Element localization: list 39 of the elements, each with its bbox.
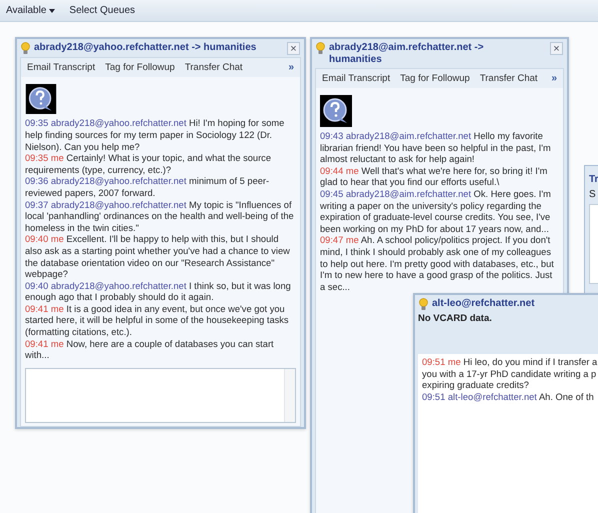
toolbar-button[interactable]: Transfer Chat	[480, 73, 538, 84]
chat-message: 09:43 abrady218@aim.refchatter.net Hello my favorite librarian friend! You have been so helpful in the past, I'm almost reluctant to ask for help again!	[320, 131, 552, 166]
chat-message: 09:35 me Certainly! What is your topic, and what the source requirements (type, currency, etc.)?	[25, 153, 272, 176]
window-title: Tr	[589, 174, 598, 185]
chat-message: 09:36 abrady218@yahoo.refchatter.net minimum of 5 peer-reviewed papers, 2007 forward.	[25, 176, 270, 200]
toolbar-button[interactable]: Email Transcript	[27, 62, 96, 73]
close-button[interactable]: ×	[287, 42, 300, 55]
caret-icon	[49, 8, 56, 12]
vcard-text: No VCARD data.	[417, 313, 493, 324]
avatar-icon	[25, 84, 57, 114]
toolbar-button[interactable]: Transfer Chat	[184, 62, 243, 73]
chat-message: 09:40 me Excellent. I'll be happy to help with this, but I should also ask as a starting point whether you've had a chance to view the database orientation video on our "Research Assistance" webpage?	[25, 234, 291, 281]
queues-menu[interactable]: Select Queues	[69, 5, 136, 16]
chat-message: 09:35 abrady218@yahoo.refchatter.net Hi! I'm hoping for some help finding sources for my term paper in Sociology 122 (Dr. Nielson). Can you help me?	[25, 118, 286, 154]
lightbulb-icon	[419, 298, 428, 311]
chat-message: 09:45 abrady218@aim.refchatter.net Ok. Here goes. I'm writing a paper on the university's policy regarding the expiration of graduate-level course credits. You see, I've been working on my PhD for about 17 years now, and...	[320, 188, 552, 236]
chat-message: 09:47 me Ah. A school policy/politics project. If you don't mind, I think I should probably ask one of my colleagues to help out here. I'm pretty good with databases, etc., but I'm to new here to have a good grasp of the politics. Just a sec...	[320, 235, 555, 294]
chat-message: 09:41 me Now, here are a couple of databases you can start with...	[25, 338, 275, 362]
message-input[interactable]	[25, 368, 296, 423]
window-title: abrady218@aim.refchatter.net -> humanities	[329, 42, 485, 66]
chat-message: 09:37 abrady218@yahoo.refchatter.net My topic is "Influences of local 'panhandling' ordinances on the health and well-being of the homeless in the twin cities."	[25, 200, 295, 234]
chat-message: 09:51 alt-leo@refchatter.net Ah. One of th	[422, 392, 595, 404]
chat-message: 09:51 me Hi leo, do you mind if I transfer a you with a 17-yr PhD candidate writing a p expiring graduate credits?	[422, 357, 598, 392]
chat-message: 09:41 me It is a good idea in any event, but once we've got you started here, it will be helpful in some of the housekeeping tasks (formatting citations, etc.).	[25, 304, 290, 339]
lightbulb-icon	[316, 42, 325, 55]
status-dropdown[interactable]: Available	[6, 5, 56, 16]
chat-message: 09:44 me Well that's what we're here for, so bring it! I'm glad to hear that you find our efforts useful.\	[320, 166, 548, 189]
lightbulb-icon	[21, 42, 30, 55]
chat-message: 09:40 abrady218@yahoo.refchatter.net I think so, but it was long enough ago that I probably should do it again.	[25, 280, 292, 304]
toolbar-button[interactable]: Tag for Followup	[105, 62, 175, 73]
avatar-icon	[320, 95, 352, 127]
window-title: abrady218@yahoo.refchatter.net -> humanities	[34, 42, 258, 54]
more-button[interactable]: »	[551, 73, 557, 84]
more-button[interactable]: »	[288, 62, 294, 73]
window-title: alt-leo@refchatter.net	[432, 298, 536, 310]
field-label: S	[589, 189, 597, 200]
toolbar-button[interactable]: Email Transcript	[322, 73, 390, 84]
close-button[interactable]: ×	[550, 42, 563, 55]
toolbar-button[interactable]: Tag for Followup	[400, 73, 470, 84]
